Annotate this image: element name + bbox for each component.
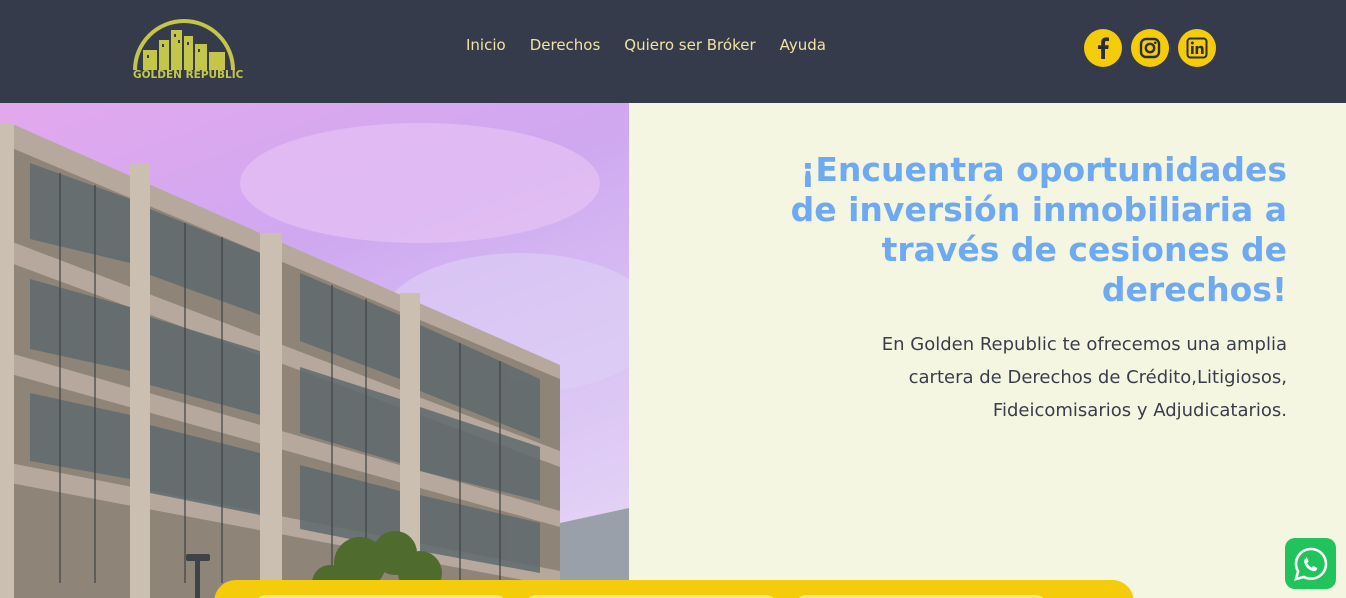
headline-line: de inversión inmobiliaria a <box>790 190 1287 229</box>
linkedin-icon <box>1186 37 1208 59</box>
brand-name: GOLDEN REPUBLIC <box>133 69 244 81</box>
hero-building-image <box>0 103 629 598</box>
headline-line: través de cesiones de <box>881 230 1287 269</box>
whatsapp-icon <box>1293 547 1327 581</box>
headline-line: ¡Encuentra oportunidades <box>800 150 1287 189</box>
description-line: cartera de Derechos de Crédito,Litigioso… <box>908 367 1287 388</box>
instagram-icon <box>1139 37 1161 59</box>
headline-line: derechos! <box>1101 270 1287 309</box>
description-line: Fideicomisarios y Adjudicatarios. <box>992 400 1287 421</box>
hero-description: En Golden Republic te ofrecemos una ampl… <box>787 328 1287 427</box>
facebook-button[interactable] <box>1084 29 1122 67</box>
search-panel <box>214 580 1134 598</box>
nav-link-derechos[interactable]: Derechos <box>530 36 601 54</box>
description-line: En Golden Republic te ofrecemos una ampl… <box>881 334 1287 355</box>
nav-link-inicio[interactable]: Inicio <box>466 36 506 54</box>
building-logo-icon <box>133 19 235 71</box>
social-links <box>1084 29 1216 67</box>
instagram-button[interactable] <box>1131 29 1169 67</box>
whatsapp-button[interactable] <box>1285 538 1336 589</box>
hero-headline: ¡Encuentra oportunidades de inversión in… <box>727 150 1287 310</box>
brand-logo[interactable]: GOLDEN REPUBLIC <box>133 14 244 84</box>
building-photo <box>0 123 629 598</box>
nav-link-ayuda[interactable]: Ayuda <box>780 36 826 54</box>
site-header: GOLDEN REPUBLIC Inicio Derechos Quiero s… <box>0 0 1346 103</box>
linkedin-button[interactable] <box>1178 29 1216 67</box>
main-nav: Inicio Derechos Quiero ser Bróker Ayuda <box>466 36 826 54</box>
facebook-icon <box>1098 37 1109 59</box>
nav-link-quiero-ser-broker[interactable]: Quiero ser Bróker <box>624 36 755 54</box>
